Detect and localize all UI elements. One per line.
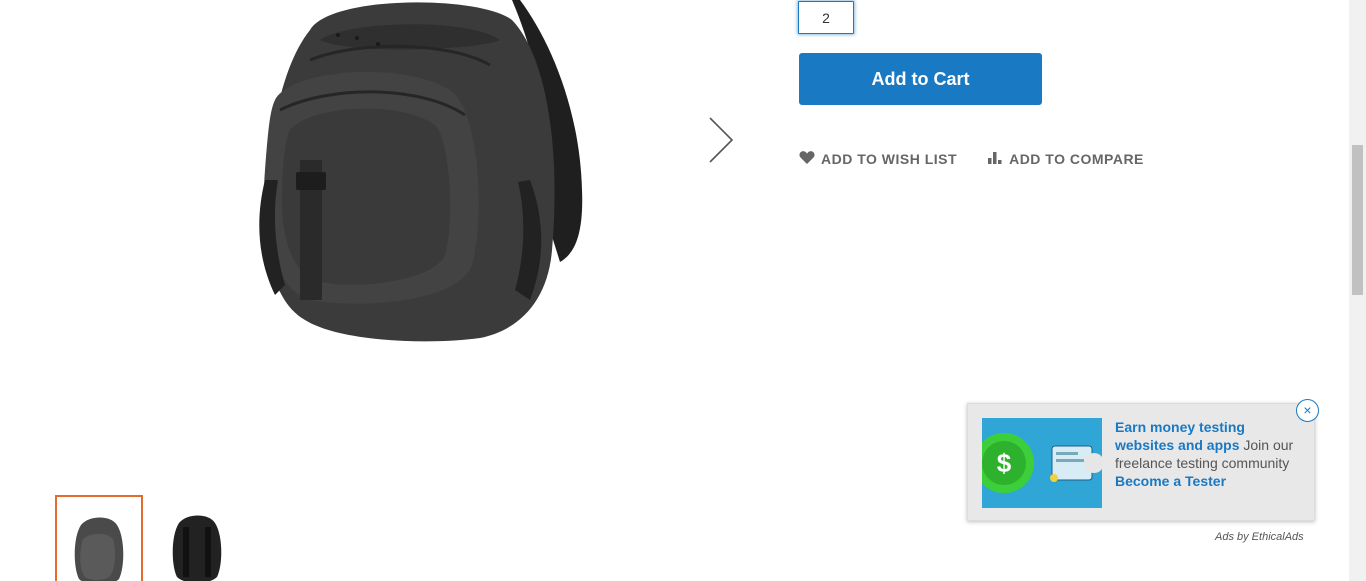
svg-text:$: $ — [997, 448, 1012, 478]
gallery-thumbnails — [55, 495, 241, 581]
heart-icon — [799, 150, 815, 168]
wishlist-label: ADD TO WISH LIST — [821, 151, 958, 167]
page-scrollbar[interactable] — [1349, 0, 1366, 581]
ad-headline-link[interactable]: Earn money testing websites and apps — [1115, 419, 1245, 453]
product-main-image[interactable] — [250, 0, 600, 345]
ethicalads-banner[interactable]: $ Earn money testing websites and apps J… — [967, 403, 1315, 521]
add-to-wishlist-link[interactable]: ADD TO WISH LIST — [799, 150, 957, 168]
thumbnail-backpack-front[interactable] — [55, 495, 143, 581]
compare-bars-icon — [987, 150, 1003, 168]
product-social-actions: ADD TO WISH LIST ADD TO COMPARE — [799, 150, 1144, 168]
compare-label: ADD TO COMPARE — [1009, 151, 1144, 167]
thumbnail-backpack-back[interactable] — [153, 495, 241, 581]
ad-text: Earn money testing websites and apps Joi… — [1115, 418, 1305, 490]
add-to-cart-button[interactable]: Add to Cart — [799, 53, 1042, 105]
add-to-compare-link[interactable]: ADD TO COMPARE — [987, 150, 1144, 168]
backpack-image — [259, 0, 583, 342]
gallery-next-arrow-icon[interactable] — [700, 112, 740, 168]
product-page: Add to Cart ADD TO WISH LIST ADD TO COMP… — [0, 0, 1366, 581]
ad-attribution[interactable]: Ads by EthicalAds — [1215, 531, 1304, 543]
ad-image[interactable]: $ — [982, 418, 1102, 508]
qty-input[interactable] — [798, 1, 854, 34]
ad-close-icon[interactable]: × — [1296, 399, 1319, 422]
scrollbar-thumb[interactable] — [1352, 145, 1363, 295]
ad-cta-link[interactable]: Become a Tester — [1115, 473, 1226, 489]
